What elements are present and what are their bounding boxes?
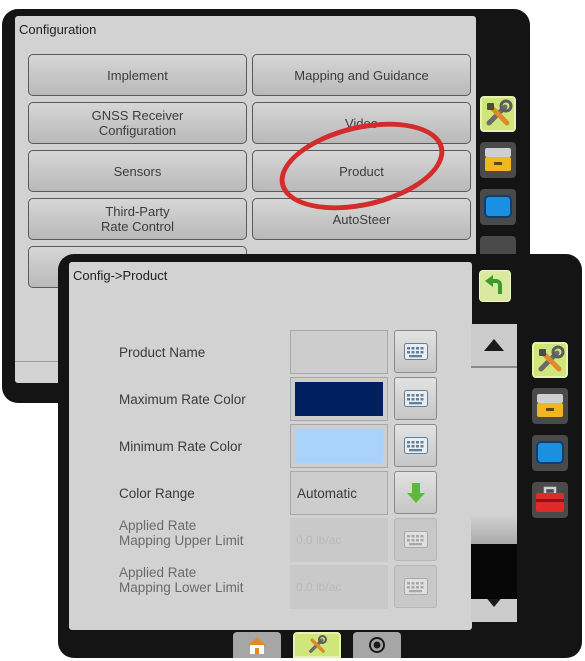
keyboard-icon (394, 518, 437, 561)
implement-button[interactable]: Implement (28, 54, 247, 96)
lower-limit-label: Applied Rate Mapping Lower Limit (119, 565, 244, 595)
display-icon[interactable] (480, 189, 516, 225)
tools-icon[interactable] (480, 96, 516, 132)
scroll-up-button[interactable] (471, 324, 517, 368)
down-arrow-icon[interactable] (394, 471, 437, 514)
gnss-receiver-button[interactable]: GNSS Receiver Configuration (28, 102, 247, 144)
product-config-window: Config->Product Product Name Maximum Rat… (58, 254, 582, 658)
upper-limit-field: 0.0 lb/ac (290, 518, 388, 562)
scroll-thumb[interactable] (471, 544, 517, 599)
tools-tab-icon[interactable] (293, 632, 341, 658)
back-arrow-icon[interactable] (479, 270, 511, 302)
home-icon[interactable] (233, 632, 281, 658)
color-range-label: Color Range (119, 486, 195, 501)
sensors-button[interactable]: Sensors (28, 150, 247, 192)
color-range-field[interactable]: Automatic (290, 471, 388, 515)
max-rate-color-field[interactable] (290, 377, 388, 421)
lower-limit-field: 0.0 lb/ac (290, 565, 388, 609)
storage-icon[interactable] (532, 388, 568, 424)
storage-icon[interactable] (480, 142, 516, 178)
eye-icon[interactable] (353, 632, 401, 658)
product-config-title: Config->Product (73, 268, 168, 283)
display-icon[interactable] (532, 435, 568, 471)
configuration-title: Configuration (19, 22, 97, 37)
product-config-body: Config->Product Product Name Maximum Rat… (69, 262, 472, 630)
min-rate-color-label: Minimum Rate Color (119, 439, 243, 454)
upper-limit-label: Applied Rate Mapping Upper Limit (119, 518, 244, 548)
keyboard-icon[interactable] (394, 330, 437, 373)
third-party-rate-control-button[interactable]: Third-Party Rate Control (28, 198, 247, 240)
max-rate-color-label: Maximum Rate Color (119, 392, 246, 407)
min-rate-color-field[interactable] (290, 424, 388, 468)
keyboard-icon[interactable] (394, 424, 437, 467)
toolbox-icon[interactable] (532, 482, 568, 518)
product-name-field[interactable] (290, 330, 388, 374)
tools-icon[interactable] (532, 342, 568, 378)
mapping-guidance-button[interactable]: Mapping and Guidance (252, 54, 471, 96)
product-name-label: Product Name (119, 345, 206, 360)
bottom-nav (233, 632, 418, 658)
keyboard-icon[interactable] (394, 377, 437, 420)
min-rate-color-swatch (295, 429, 383, 463)
keyboard-icon (394, 565, 437, 608)
max-rate-color-swatch (295, 382, 383, 416)
